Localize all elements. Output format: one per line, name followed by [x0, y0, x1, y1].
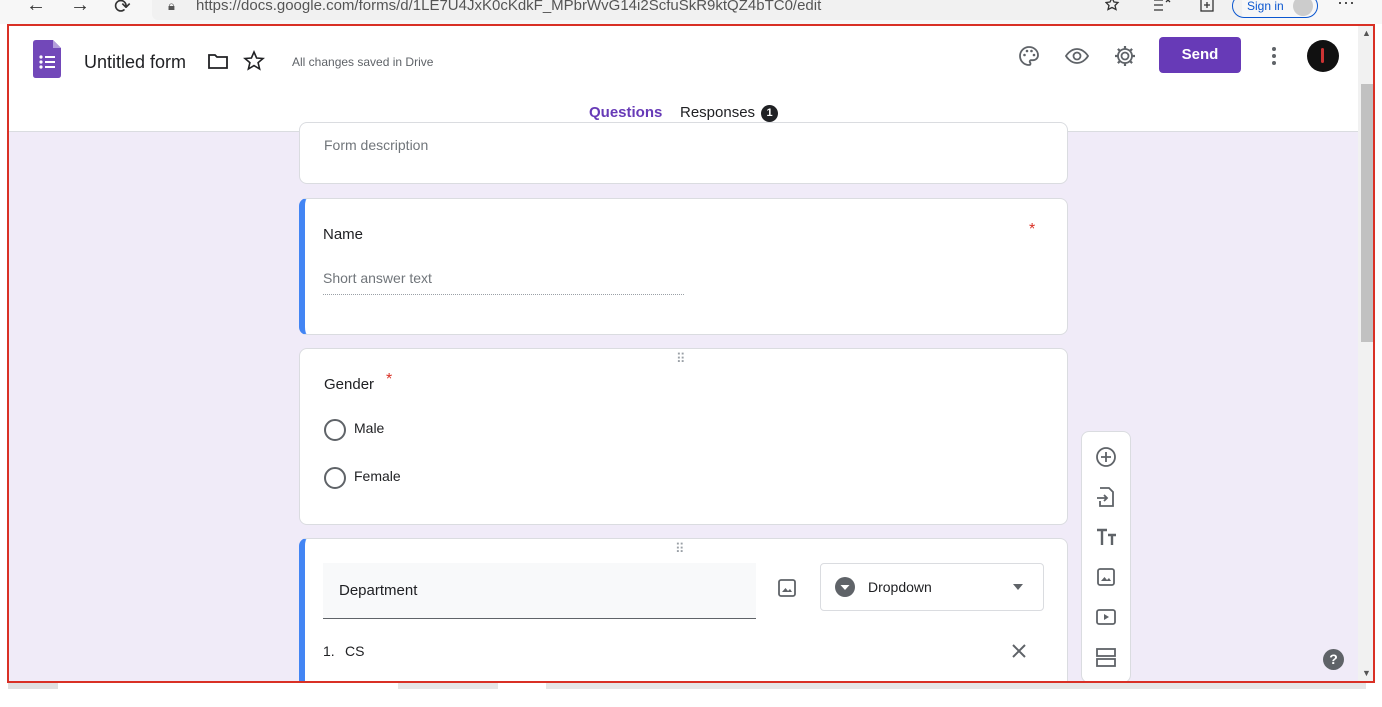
- question-type-select[interactable]: Dropdown: [820, 563, 1044, 611]
- save-status: All changes saved in Drive: [292, 55, 434, 69]
- scroll-up-arrow-icon[interactable]: ▲: [1362, 28, 1371, 38]
- palette-icon[interactable]: [1017, 44, 1041, 68]
- option-input[interactable]: CS: [345, 643, 364, 659]
- forms-header: Untitled form All changes saved in Drive…: [9, 26, 1358, 132]
- question-title[interactable]: Gender: [324, 376, 374, 393]
- window-bottom-edge: [0, 683, 1382, 707]
- tab-responses[interactable]: Responses: [680, 104, 755, 121]
- option-label: Female: [354, 468, 401, 484]
- form-title[interactable]: Untitled form: [84, 52, 186, 73]
- add-video-icon[interactable]: [1095, 606, 1117, 628]
- tab-questions[interactable]: Questions: [589, 104, 662, 121]
- horizontal-scroll-segment: [546, 683, 1366, 689]
- add-image-to-question-icon[interactable]: [777, 578, 797, 598]
- required-marker: *: [386, 371, 393, 388]
- drag-handle-icon[interactable]: ⠿: [676, 351, 687, 367]
- url-text[interactable]: https://docs.google.com/forms/d/1LE7U4Jx…: [196, 0, 821, 14]
- horizontal-scroll-segment: [398, 683, 498, 689]
- sign-in-button[interactable]: Sign in: [1232, 0, 1318, 18]
- add-section-icon[interactable]: [1095, 646, 1117, 668]
- required-marker: *: [1029, 221, 1036, 238]
- forms-editor: Untitled form All changes saved in Drive…: [7, 24, 1375, 683]
- site-info-icon[interactable]: 🔒︎: [168, 0, 175, 14]
- drag-handle-icon[interactable]: ⠿: [675, 541, 686, 557]
- folder-icon[interactable]: [207, 51, 229, 71]
- import-questions-icon[interactable]: [1095, 486, 1117, 508]
- question-card-department[interactable]: ⠿ Department Dropdown 1. CS: [299, 538, 1068, 681]
- send-button[interactable]: Send: [1159, 37, 1241, 73]
- radio-male[interactable]: [324, 419, 346, 441]
- option-number: 1.: [323, 643, 335, 659]
- question-card-name[interactable]: Name * Short answer text: [299, 198, 1068, 335]
- responses-count-badge: 1: [761, 105, 778, 122]
- radio-female[interactable]: [324, 467, 346, 489]
- refresh-icon[interactable]: ⟳: [114, 0, 131, 19]
- favorites-list-icon[interactable]: [1152, 0, 1172, 15]
- star-icon[interactable]: [243, 50, 265, 72]
- profile-avatar-icon: [1293, 0, 1313, 16]
- settings-gear-icon[interactable]: [1113, 44, 1137, 68]
- floating-toolbar: [1081, 431, 1131, 681]
- form-header-card: Form description: [299, 122, 1068, 184]
- short-answer-underline: [323, 294, 684, 295]
- more-vert-icon[interactable]: [1267, 45, 1281, 67]
- forward-icon[interactable]: →: [70, 0, 90, 17]
- scrollbar-thumb[interactable]: [1361, 84, 1373, 342]
- browser-more-icon[interactable]: ···: [1337, 0, 1355, 13]
- collections-icon[interactable]: [1196, 0, 1218, 15]
- preview-eye-icon[interactable]: [1065, 44, 1089, 68]
- form-description-field[interactable]: Form description: [324, 137, 428, 153]
- question-card-gender[interactable]: ⠿ Gender * Male Female: [299, 348, 1068, 525]
- scroll-down-arrow-icon[interactable]: ▼: [1362, 668, 1371, 678]
- dropdown-circle-icon: [835, 577, 855, 597]
- horizontal-scroll-segment: [8, 683, 58, 689]
- favorites-star-icon[interactable]: [1105, 0, 1125, 15]
- option-label: Male: [354, 420, 385, 436]
- short-answer-placeholder: Short answer text: [323, 270, 432, 286]
- close-icon[interactable]: [1011, 643, 1027, 659]
- back-icon[interactable]: ←: [26, 0, 46, 17]
- question-title[interactable]: Name: [323, 226, 363, 243]
- help-icon[interactable]: ?: [1323, 649, 1344, 670]
- add-title-icon[interactable]: [1095, 526, 1117, 548]
- add-question-icon[interactable]: [1095, 446, 1117, 468]
- add-image-icon[interactable]: [1095, 566, 1117, 588]
- chevron-down-icon: [1013, 584, 1023, 590]
- account-avatar[interactable]: [1307, 40, 1339, 72]
- question-title-input[interactable]: Department: [323, 563, 756, 619]
- browser-toolbar: ← → ⟳ 🔒︎ https://docs.google.com/forms/d…: [0, 0, 1382, 24]
- google-forms-logo-icon[interactable]: [33, 40, 61, 78]
